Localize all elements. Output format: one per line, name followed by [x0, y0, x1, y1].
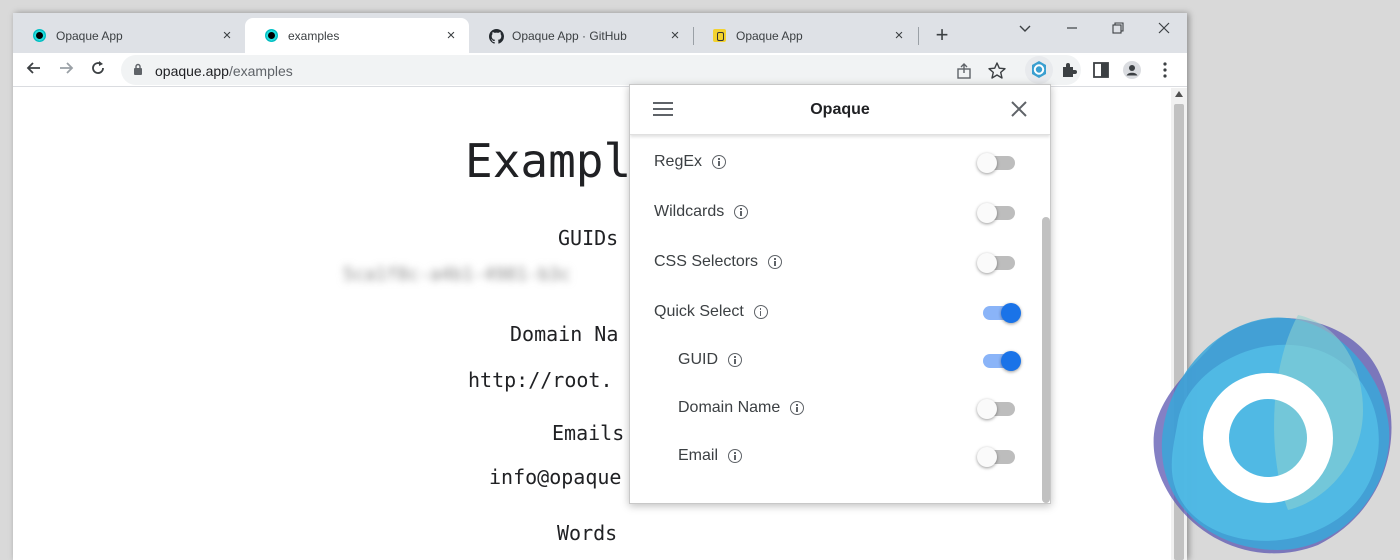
setting-label: Email [678, 447, 719, 464]
opaque-favicon-icon [33, 29, 46, 42]
opaque-popup: Opaque RegEx Wildcards CSS Selectors Qui… [629, 84, 1051, 504]
new-tab-button[interactable]: + [930, 24, 954, 48]
guid-toggle[interactable] [981, 351, 1021, 371]
bookmark-star-icon[interactable] [987, 61, 1007, 81]
wildcards-toggle[interactable] [977, 203, 1017, 223]
info-icon[interactable] [768, 255, 783, 269]
info-icon[interactable] [734, 205, 749, 219]
reload-button[interactable] [86, 59, 110, 81]
tab-label: Opaque App [56, 28, 123, 43]
tab-strip: Opaque App × examples × Opaque App · Git… [13, 13, 1187, 53]
tab-opaque-app-2[interactable]: Opaque App × [693, 18, 917, 53]
popup-scrollbar-thumb[interactable] [1042, 217, 1050, 503]
close-window-button[interactable] [1151, 21, 1177, 45]
info-icon[interactable] [712, 155, 727, 169]
setting-label: Domain Name [678, 399, 781, 416]
setting-label: RegEx [654, 153, 703, 170]
settings-list: RegEx Wildcards CSS Selectors Quick Sele… [630, 135, 1040, 503]
address-bar[interactable]: opaque.app/examples [121, 55, 1081, 85]
restore-button[interactable] [1105, 21, 1131, 45]
blurred-guid-value: 5ca1f8c-a4b1-4981-b3c [343, 264, 571, 285]
email-value: info@opaque [489, 465, 622, 489]
regex-toggle[interactable] [977, 153, 1017, 173]
popup-title: Opaque [810, 101, 870, 118]
setting-label: Quick Select [654, 303, 744, 320]
more-menu-icon[interactable] [1155, 60, 1175, 80]
github-icon [489, 29, 504, 44]
share-icon[interactable] [954, 61, 974, 81]
page-title: Exampl [465, 134, 632, 188]
info-icon[interactable] [728, 449, 743, 463]
quick-select-toggle[interactable] [981, 303, 1021, 323]
domain-value: http://root. [468, 368, 613, 392]
tab-opaque-app[interactable]: Opaque App × [13, 18, 245, 53]
scroll-up-arrow-icon[interactable] [1175, 91, 1183, 97]
popup-scrollbar[interactable] [1041, 135, 1050, 503]
opaque-logo-icon [1153, 315, 1392, 554]
tab-close-icon[interactable]: × [891, 27, 907, 44]
tab-label: examples [288, 28, 340, 43]
side-panel-icon[interactable] [1091, 60, 1111, 80]
info-icon[interactable] [790, 401, 805, 415]
close-icon[interactable] [1010, 97, 1028, 123]
tab-label: Opaque App [736, 28, 803, 43]
browser-toolbar: opaque.app/examples [13, 53, 1187, 87]
tab-close-icon[interactable]: × [219, 27, 235, 44]
setting-label: GUID [678, 351, 718, 368]
tab-separator [918, 27, 919, 45]
guids-heading: GUIDs [558, 226, 619, 250]
css-selectors-toggle[interactable] [977, 253, 1017, 273]
setting-label: CSS Selectors [654, 253, 759, 270]
profile-avatar-icon[interactable] [1122, 60, 1142, 80]
emails-heading: Emails [552, 421, 625, 445]
minimize-button[interactable] [1059, 21, 1085, 45]
words-heading: Words [557, 521, 618, 545]
email-toggle[interactable] [977, 447, 1017, 467]
info-icon[interactable] [753, 305, 768, 319]
tab-search-button[interactable] [1012, 21, 1038, 45]
tab-github[interactable]: Opaque App · GitHub × [469, 18, 693, 53]
lock-icon[interactable] [133, 63, 143, 75]
tab-examples[interactable]: examples × [245, 18, 469, 53]
info-icon[interactable] [728, 353, 742, 367]
url-text[interactable]: opaque.app/examples [155, 63, 293, 79]
back-button[interactable] [22, 59, 46, 81]
tab-label: Opaque App · GitHub [512, 28, 627, 43]
app-favicon-icon [713, 29, 726, 42]
tab-close-icon[interactable]: × [443, 27, 459, 44]
popup-header: Opaque [630, 85, 1050, 135]
domain-name-toggle[interactable] [977, 399, 1017, 419]
domain-heading: Domain Na [510, 322, 619, 346]
opaque-extension-button[interactable] [1025, 56, 1053, 84]
tab-close-icon[interactable]: × [667, 27, 683, 44]
extensions-puzzle-icon[interactable] [1059, 60, 1079, 80]
setting-label: Wildcards [654, 203, 725, 220]
forward-button[interactable] [54, 59, 78, 81]
opaque-favicon-icon [265, 29, 278, 42]
